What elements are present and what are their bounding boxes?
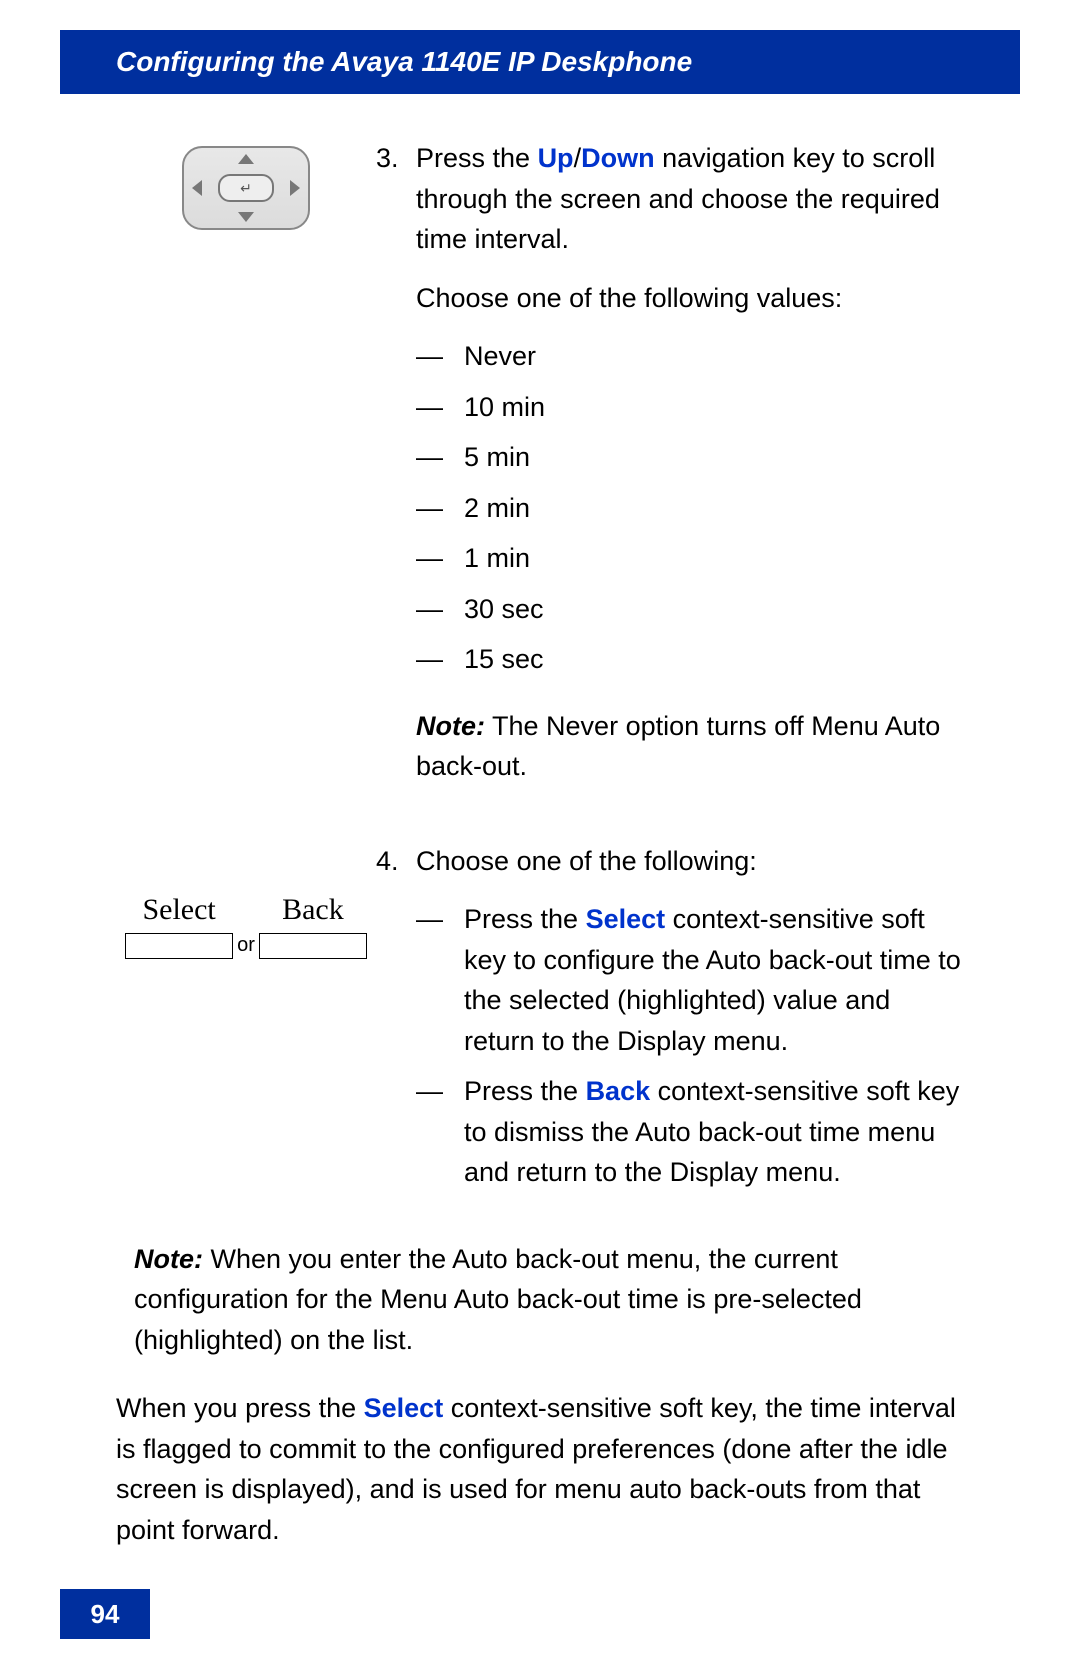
page-number: 94 [60, 1589, 150, 1639]
t: Press the [464, 1076, 586, 1106]
option-value: 5 min [464, 437, 966, 478]
dash-icon [416, 639, 464, 680]
option-value: 1 min [464, 538, 966, 579]
kw-up: Up [538, 143, 574, 173]
option-item: 2 min [416, 488, 966, 529]
softkey-select-col: Select [125, 893, 233, 959]
header-bar: Configuring the Avaya 1140E IP Deskphone [60, 30, 1020, 94]
softkey-back-col: Back [259, 893, 367, 959]
nav-up-icon [238, 154, 254, 164]
option-item: Never [416, 336, 966, 377]
dash-icon [416, 538, 464, 579]
step3-pre: Press the [416, 143, 538, 173]
dash-icon [416, 589, 464, 630]
step-4-body: Choose one of the following: Press the S… [416, 841, 966, 1203]
step-3-row: 3. Press the Up/Down navigation key to s… [116, 138, 966, 813]
page: Configuring the Avaya 1140E IP Deskphone… [0, 0, 1080, 1669]
step3-choose-line: Choose one of the following values: [416, 278, 966, 319]
nav-enter-icon [218, 174, 274, 202]
step4-item: Press the Select context-sensitive soft … [416, 899, 966, 1061]
t: Press the [464, 904, 586, 934]
header-title: Configuring the Avaya 1140E IP Deskphone [116, 46, 692, 78]
kw-select: Select [586, 904, 666, 934]
option-value: 15 sec [464, 639, 966, 680]
step4-item-text: Press the Back context-sensitive soft ke… [464, 1071, 966, 1193]
step4-item-text: Press the Select context-sensitive soft … [464, 899, 966, 1061]
nav-key-icon [182, 146, 310, 230]
step-3-main-text: Press the Up/Down navigation key to scro… [416, 138, 966, 260]
kw-down: Down [581, 143, 655, 173]
softkey-select-button-icon [125, 933, 233, 959]
note-label: Note: [416, 711, 485, 741]
dash-icon [416, 899, 464, 940]
option-item: 10 min [416, 387, 966, 428]
softkey-or-text: or [233, 934, 259, 959]
dash-icon [416, 488, 464, 529]
dash-icon [416, 437, 464, 478]
step4-options: Press the Select context-sensitive soft … [416, 899, 966, 1193]
step-3-body: Press the Up/Down navigation key to scro… [416, 138, 966, 813]
bottom-note: Note: When you enter the Auto back-out m… [134, 1239, 966, 1361]
option-item: 5 min [416, 437, 966, 478]
nav-left-icon [192, 180, 202, 196]
t: When you press the [116, 1393, 364, 1423]
content-area: 3. Press the Up/Down navigation key to s… [116, 138, 966, 1550]
softkey-back-label: Back [282, 893, 344, 927]
option-value: 10 min [464, 387, 966, 428]
nav-right-icon [290, 180, 300, 196]
option-item: 30 sec [416, 589, 966, 630]
step4-intro: Choose one of the following: [416, 841, 966, 882]
option-value: Never [464, 336, 966, 377]
step3-note: Note: The Never option turns off Menu Au… [416, 706, 966, 787]
softkey-select-label: Select [142, 893, 215, 927]
step-4-row: Select or Back 4. Choose one of the foll… [116, 841, 966, 1203]
note-text: When you enter the Auto back-out menu, t… [134, 1244, 862, 1355]
note-text: The Never option turns off Menu Auto bac… [416, 711, 940, 782]
kw-select: Select [364, 1393, 444, 1423]
dash-icon [416, 336, 464, 377]
nav-down-icon [238, 212, 254, 222]
option-value: 2 min [464, 488, 966, 529]
option-item: 1 min [416, 538, 966, 579]
softkey-illustration: Select or Back [125, 883, 367, 959]
step-4-number: 4. [376, 841, 416, 882]
step3-slash: / [574, 143, 582, 173]
softkey-back-button-icon [259, 933, 367, 959]
option-value: 30 sec [464, 589, 966, 630]
dash-icon [416, 1071, 464, 1112]
kw-back: Back [586, 1076, 651, 1106]
step-3-number: 3. [376, 138, 416, 179]
step-3-illustration-col [116, 138, 376, 230]
dash-icon [416, 387, 464, 428]
final-paragraph: When you press the Select context-sensit… [116, 1388, 966, 1550]
step-4-illustration-col: Select or Back [116, 841, 376, 959]
step3-options-list: Never 10 min 5 min 2 min 1 min 30 sec 15… [416, 336, 966, 680]
step4-item: Press the Back context-sensitive soft ke… [416, 1071, 966, 1193]
option-item: 15 sec [416, 639, 966, 680]
note-label: Note: [134, 1244, 203, 1274]
